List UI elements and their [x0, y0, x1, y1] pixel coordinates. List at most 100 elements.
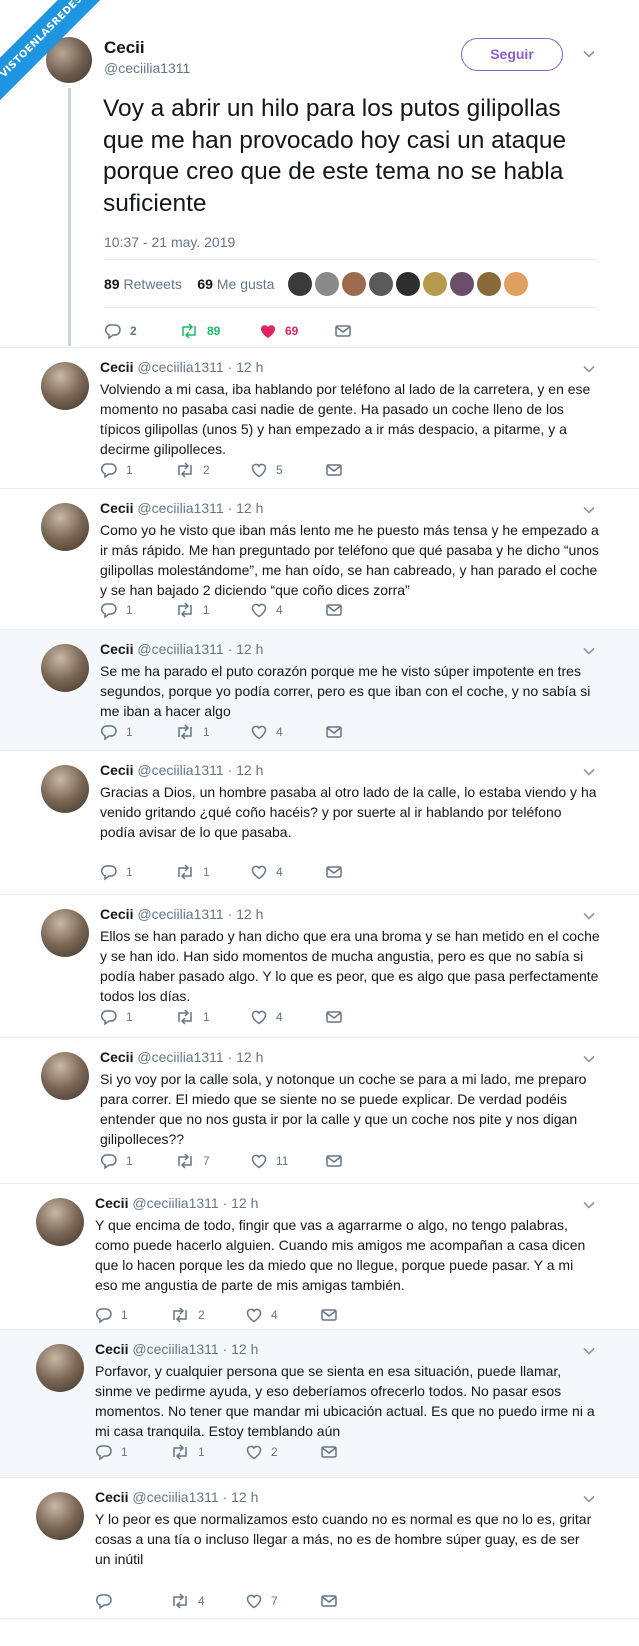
chevron-down-icon[interactable]	[583, 910, 595, 922]
chevron-down-icon[interactable]	[583, 766, 595, 778]
liker-avatar[interactable]	[315, 272, 339, 296]
reply-tweet[interactable]: Cecii @ceciilia1311 · 12 h Y que encima …	[0, 1184, 639, 1329]
author-handle[interactable]: @ceciilia1311 · 12 h	[137, 906, 263, 922]
reply-button[interactable]	[95, 1592, 170, 1610]
author-handle[interactable]: @ceciilia1311 · 12 h	[132, 1195, 258, 1211]
liker-avatar[interactable]	[288, 272, 312, 296]
liker-avatar[interactable]	[477, 272, 501, 296]
like-button[interactable]: 4	[250, 863, 325, 881]
chevron-down-icon[interactable]	[583, 645, 595, 657]
avatar[interactable]	[36, 1492, 84, 1540]
reply-button[interactable]: 1	[100, 863, 175, 881]
retweet-button[interactable]: 2	[175, 461, 250, 479]
reply-button[interactable]: 1	[100, 601, 175, 619]
author-name[interactable]: Cecii	[104, 38, 145, 58]
liker-avatar[interactable]	[504, 272, 528, 296]
author-handle[interactable]: @ceciilia1311 · 12 h	[137, 641, 263, 657]
author-handle[interactable]: @ceciilia1311 · 12 h	[132, 1489, 258, 1505]
like-button[interactable]: 7	[245, 1592, 320, 1610]
liker-avatar[interactable]	[369, 272, 393, 296]
chevron-down-icon[interactable]	[583, 363, 595, 375]
message-button[interactable]	[320, 1592, 395, 1610]
avatar[interactable]	[41, 1052, 89, 1100]
avatar[interactable]	[41, 503, 89, 551]
avatar[interactable]	[41, 909, 89, 957]
liker-avatar[interactable]	[423, 272, 447, 296]
likes-label[interactable]: Me gusta	[217, 276, 275, 292]
retweet-button[interactable]: 2	[170, 1306, 245, 1324]
avatar[interactable]	[41, 644, 89, 692]
reply-tweet[interactable]: Cecii @ceciilia1311 · 12 h Como yo he vi…	[0, 489, 639, 629]
reply-button[interactable]: 1	[95, 1306, 170, 1324]
reply-button[interactable]: 1	[100, 1152, 175, 1170]
message-button[interactable]	[325, 461, 400, 479]
author-name[interactable]: Cecii	[95, 1195, 128, 1211]
like-button[interactable]: 69	[259, 322, 334, 340]
message-button[interactable]	[320, 1306, 395, 1324]
avatar[interactable]	[36, 1198, 84, 1246]
like-button[interactable]: 4	[250, 601, 325, 619]
chevron-down-icon[interactable]	[583, 1199, 595, 1211]
reply-tweet[interactable]: Cecii @ceciilia1311 · 12 h Y lo peor es …	[0, 1478, 639, 1618]
retweet-button[interactable]: 7	[175, 1152, 250, 1170]
tweet-timestamp[interactable]: 10:37 - 21 may. 2019	[104, 234, 235, 250]
retweets-count[interactable]: 89	[104, 276, 120, 292]
chevron-down-icon[interactable]	[583, 1493, 595, 1505]
retweet-button[interactable]: 1	[175, 723, 250, 741]
reply-button[interactable]: 1	[95, 1443, 170, 1461]
retweet-button[interactable]: 4	[170, 1592, 245, 1610]
reply-button[interactable]: 2	[104, 322, 179, 340]
author-name[interactable]: Cecii	[100, 359, 133, 375]
retweet-button[interactable]: 1	[175, 601, 250, 619]
reply-tweet[interactable]: Cecii @ceciilia1311 · 12 h Se me ha para…	[0, 630, 639, 750]
avatar[interactable]	[36, 1344, 84, 1392]
reply-tweet[interactable]: Cecii @ceciilia1311 · 12 h Ellos se han …	[0, 895, 639, 1037]
like-button[interactable]: 4	[245, 1306, 320, 1324]
retweet-button[interactable]: 1	[175, 863, 250, 881]
message-button[interactable]	[325, 863, 400, 881]
like-button[interactable]: 2	[245, 1443, 320, 1461]
liker-avatar[interactable]	[342, 272, 366, 296]
reply-button[interactable]: 1	[100, 1008, 175, 1026]
author-name[interactable]: Cecii	[100, 762, 133, 778]
avatar[interactable]	[41, 765, 89, 813]
message-button[interactable]	[325, 1152, 400, 1170]
retweet-button[interactable]: 89	[179, 322, 259, 340]
author-handle[interactable]: @ceciilia1311 · 12 h	[137, 359, 263, 375]
chevron-down-icon[interactable]	[583, 504, 595, 516]
author-handle[interactable]: @ceciilia1311	[104, 60, 190, 76]
chevron-down-icon[interactable]	[583, 48, 595, 60]
liker-avatar[interactable]	[450, 272, 474, 296]
author-name[interactable]: Cecii	[100, 1049, 133, 1065]
reply-button[interactable]: 1	[100, 461, 175, 479]
liker-avatar[interactable]	[396, 272, 420, 296]
author-handle[interactable]: @ceciilia1311 · 12 h	[132, 1341, 258, 1357]
retweets-label[interactable]: Retweets	[123, 276, 181, 292]
like-button[interactable]: 11	[250, 1152, 325, 1170]
reply-button[interactable]: 1	[100, 723, 175, 741]
message-button[interactable]	[325, 723, 400, 741]
reply-tweet[interactable]: Cecii @ceciilia1311 · 12 h Gracias a Dio…	[0, 751, 639, 894]
author-name[interactable]: Cecii	[95, 1341, 128, 1357]
message-button[interactable]	[325, 1008, 400, 1026]
retweet-button[interactable]: 1	[170, 1443, 245, 1461]
like-button[interactable]: 4	[250, 1008, 325, 1026]
reply-tweet[interactable]: Cecii @ceciilia1311 · 12 h Si yo voy por…	[0, 1038, 639, 1183]
author-name[interactable]: Cecii	[100, 500, 133, 516]
follow-button[interactable]: Seguir	[461, 38, 563, 71]
message-button[interactable]	[320, 1443, 395, 1461]
chevron-down-icon[interactable]	[583, 1345, 595, 1357]
author-handle[interactable]: @ceciilia1311 · 12 h	[137, 762, 263, 778]
retweet-button[interactable]: 1	[175, 1008, 250, 1026]
like-button[interactable]: 5	[250, 461, 325, 479]
author-name[interactable]: Cecii	[100, 906, 133, 922]
author-name[interactable]: Cecii	[100, 641, 133, 657]
message-button[interactable]	[325, 601, 400, 619]
author-handle[interactable]: @ceciilia1311 · 12 h	[137, 500, 263, 516]
chevron-down-icon[interactable]	[583, 1053, 595, 1065]
reply-tweet[interactable]: Cecii @ceciilia1311 · 12 h Porfavor, y c…	[0, 1330, 639, 1477]
author-name[interactable]: Cecii	[95, 1489, 128, 1505]
message-button[interactable]	[334, 322, 352, 340]
likes-count[interactable]: 69	[197, 276, 213, 292]
avatar[interactable]	[41, 362, 89, 410]
